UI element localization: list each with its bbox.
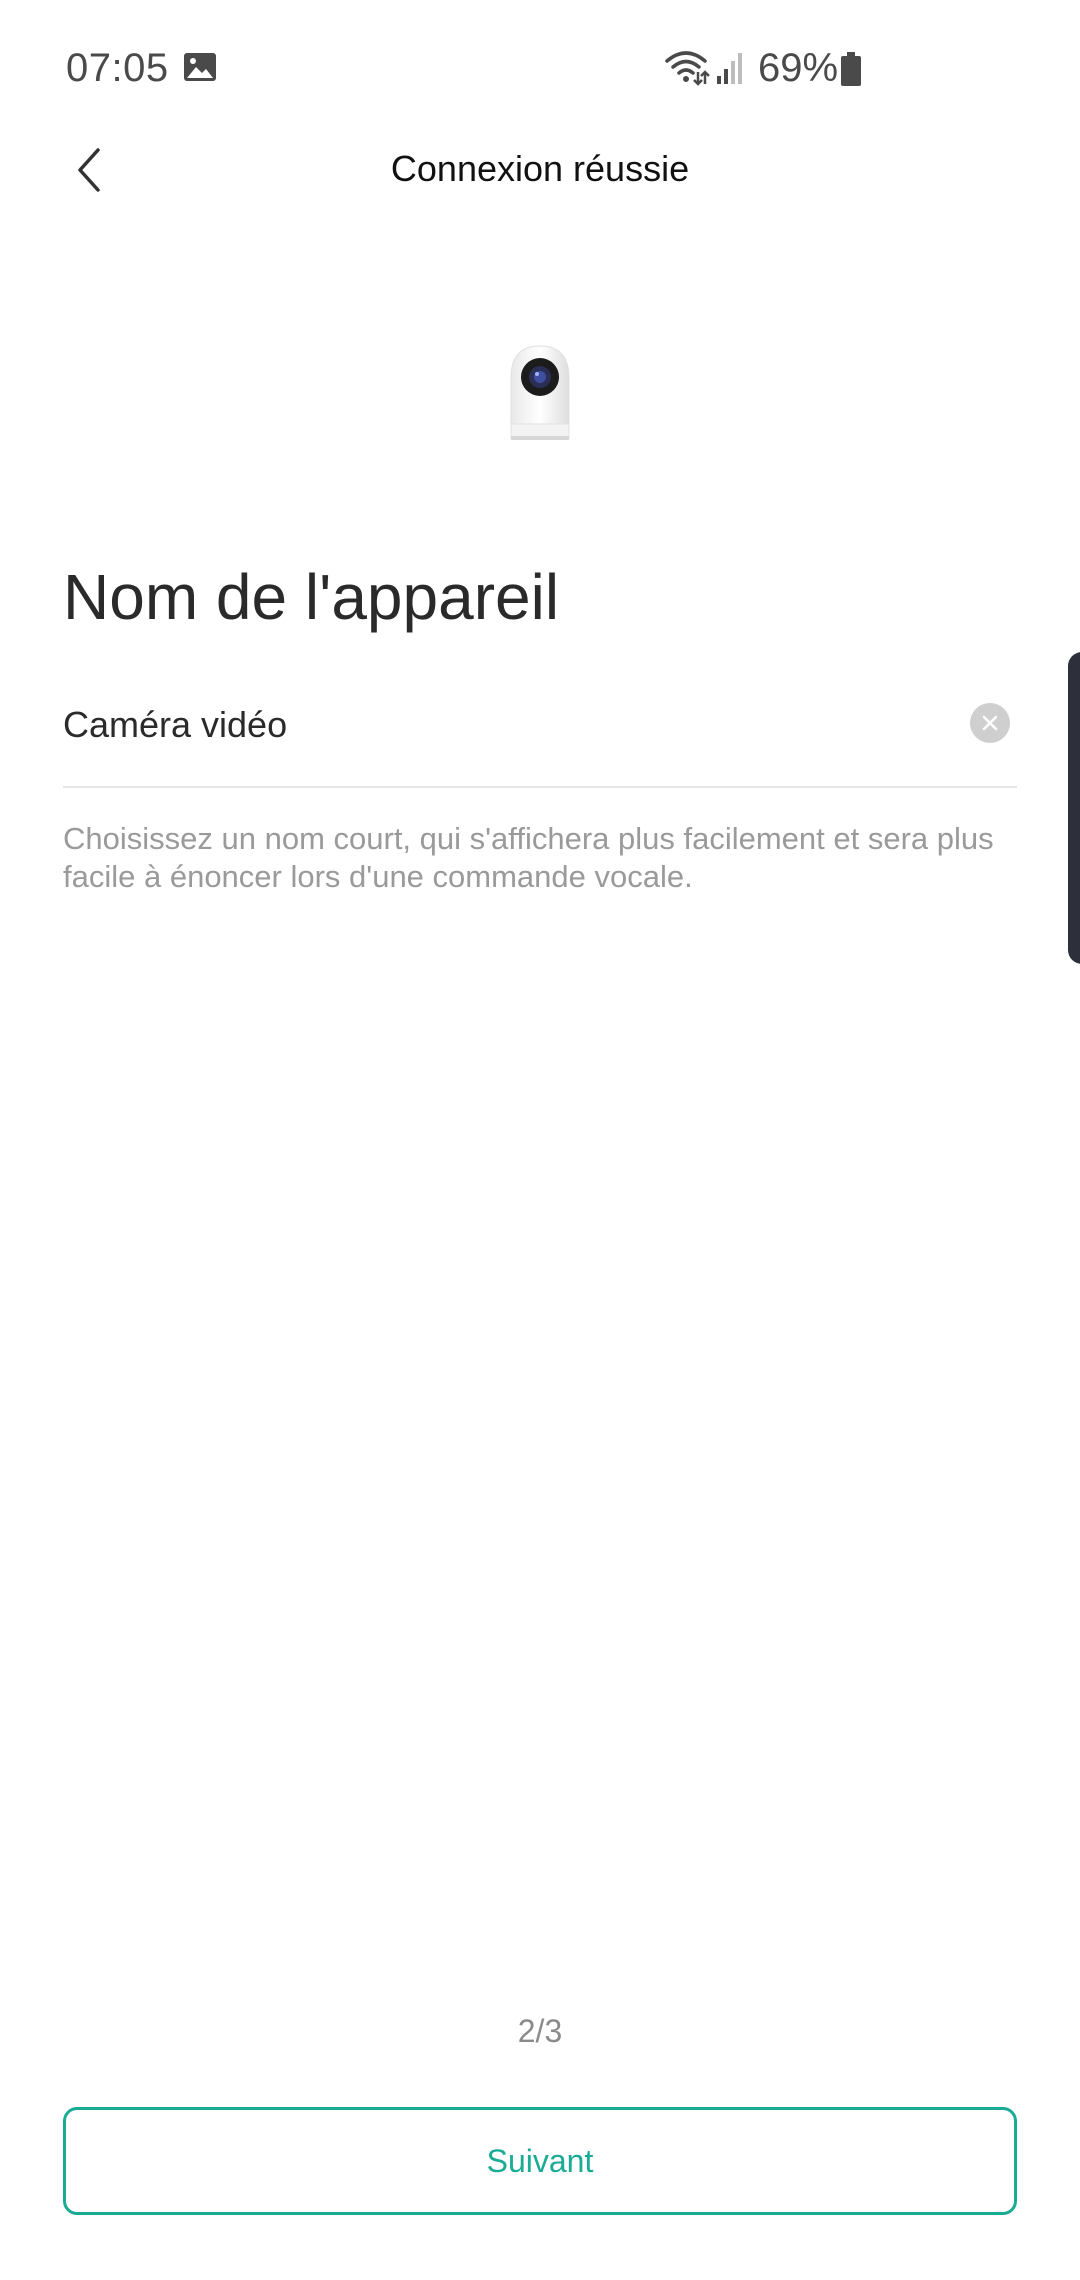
clear-button[interactable]: [970, 703, 1010, 743]
next-button[interactable]: Suivant: [63, 2107, 1017, 2215]
status-time: 07:05: [66, 46, 169, 90]
battery-percent: 69%: [758, 46, 839, 90]
device-name-input[interactable]: [63, 690, 923, 760]
edge-panel-handle[interactable]: [1068, 652, 1080, 964]
status-bar: 07:05 69%: [0, 0, 1080, 140]
section-heading: Nom de l'appareil: [63, 561, 560, 633]
helper-text: Choisissez un nom court, qui s'affichera…: [63, 821, 994, 894]
signal-icon: [716, 50, 746, 84]
wifi-icon: [664, 48, 710, 86]
page-title: Connexion réussie: [390, 148, 690, 189]
step-indicator: 2/3: [517, 2013, 563, 2049]
device-name-field: [63, 690, 1017, 788]
clear-icon: [982, 715, 998, 731]
battery-icon: [840, 52, 862, 86]
camera-device-icon: [505, 344, 575, 444]
gallery-icon: [183, 52, 217, 82]
